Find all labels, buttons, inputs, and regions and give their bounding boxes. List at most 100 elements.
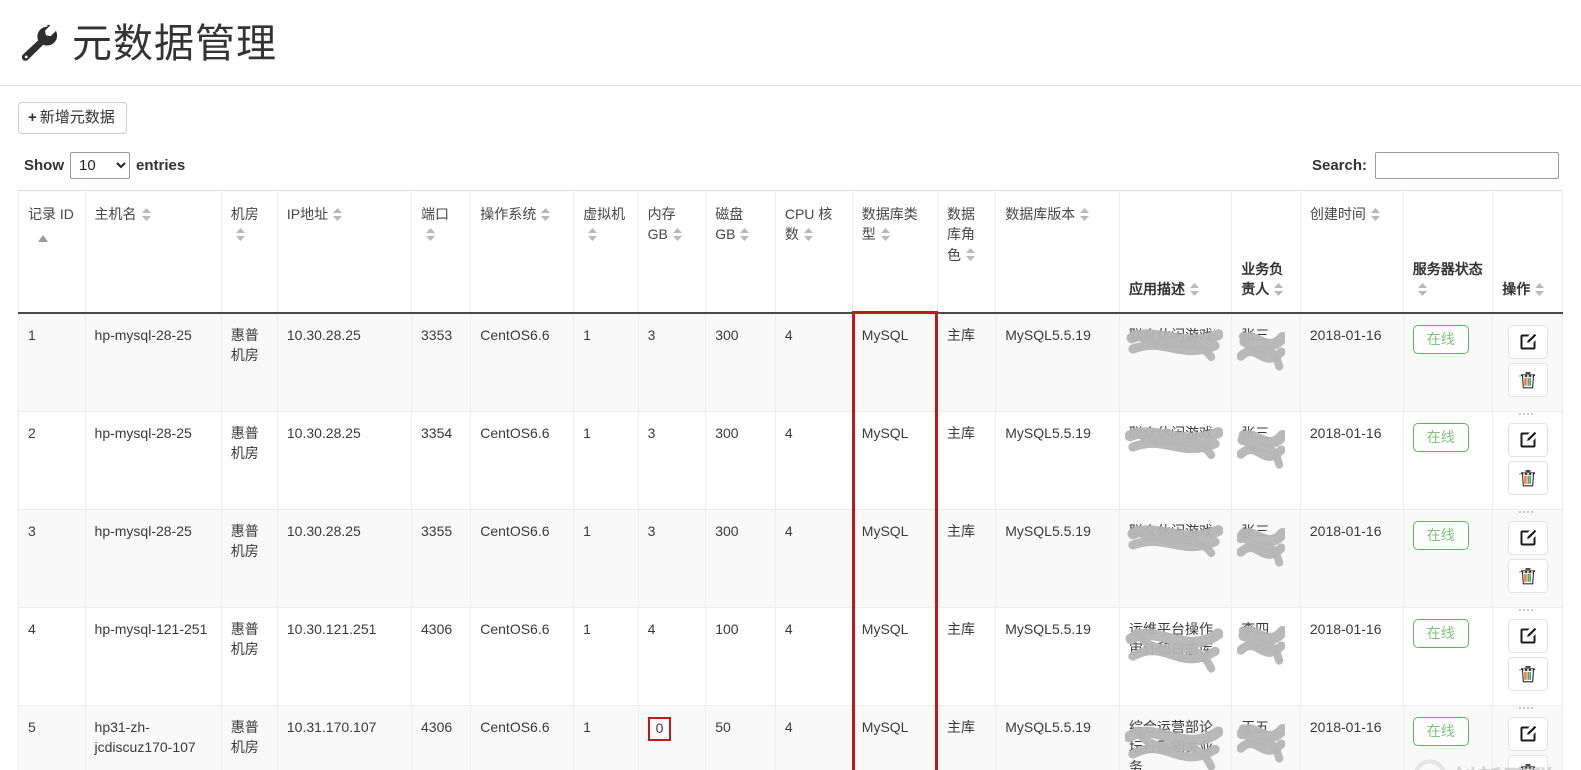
delete-button[interactable] bbox=[1507, 656, 1548, 709]
ip-text: 10.30.28.25 bbox=[286, 522, 361, 539]
metadata-table-wrapper: 记录 ID 主机名 机房 IP地址 端口 操作系统 虚拟机 内存 GB 磁盘 GB CPU 核数数… bbox=[18, 190, 1563, 770]
search-input[interactable] bbox=[1375, 151, 1559, 179]
delete-button[interactable] bbox=[1507, 558, 1548, 611]
column-header-label: IP地址 bbox=[286, 206, 329, 222]
status-badge[interactable]: 在线 bbox=[1412, 520, 1469, 550]
cell-dbtype: MySQL bbox=[851, 312, 939, 412]
column-header-ip[interactable]: IP地址 bbox=[276, 190, 413, 314]
status-badge[interactable]: 在线 bbox=[1412, 716, 1469, 746]
cell-ip: 10.30.28.25 bbox=[276, 509, 413, 608]
redacted-appdesc: 联众休闲游戏 bbox=[1124, 423, 1223, 459]
delete-button[interactable] bbox=[1507, 460, 1548, 513]
column-header-vm[interactable]: 虚拟机 bbox=[573, 190, 639, 314]
cell-created: 2018-01-16 bbox=[1299, 509, 1404, 608]
cell-owner: 张三 bbox=[1231, 509, 1301, 608]
cell-id: 3 bbox=[18, 509, 86, 608]
cell-status: 在线 bbox=[1402, 411, 1494, 510]
column-header-dbtype[interactable]: 数据库类型 bbox=[851, 190, 939, 314]
cell-dbver: MySQL5.5.19 bbox=[995, 312, 1120, 412]
edit-button[interactable] bbox=[1507, 716, 1548, 769]
sort-icon[interactable] bbox=[587, 227, 598, 242]
dbrole-text: 主库 bbox=[947, 522, 976, 539]
dbver-text: MySQL5.5.19 bbox=[1005, 522, 1091, 539]
status-badge[interactable]: 在线 bbox=[1412, 324, 1469, 354]
column-header-actions[interactable]: 操作 bbox=[1492, 190, 1563, 314]
disk-text: 300 bbox=[715, 326, 739, 343]
cell-hostname: hp31-zh-jcdiscuz170-107 bbox=[84, 705, 222, 770]
cell-idc: 惠普机房 bbox=[220, 509, 278, 608]
os-text: CentOS6.6 bbox=[480, 326, 550, 343]
page-header: 元数据管理 bbox=[0, 0, 1581, 86]
sort-icon[interactable] bbox=[965, 247, 976, 262]
os-text: CentOS6.6 bbox=[480, 620, 550, 637]
sort-icon[interactable] bbox=[739, 227, 750, 242]
table-row: 2 hp-mysql-28-25 惠普机房 10.30.28.25 3354 CentOS… bbox=[18, 411, 1563, 513]
appdesc-text: 联众休闲游戏 bbox=[1128, 522, 1213, 539]
vm-text: 1 bbox=[583, 424, 591, 441]
hostname-text: hp-mysql-28-25 bbox=[94, 522, 192, 539]
edit-button[interactable] bbox=[1507, 618, 1548, 671]
sort-icon[interactable] bbox=[1417, 282, 1428, 297]
column-header-cpu[interactable]: CPU 核数 bbox=[774, 190, 853, 314]
column-header-mem[interactable]: 内存 GB bbox=[637, 190, 707, 314]
sort-icon[interactable] bbox=[425, 227, 436, 242]
cell-created: 2018-01-16 bbox=[1299, 411, 1404, 510]
cell-idc: 惠普机房 bbox=[220, 705, 278, 770]
cell-cpu: 4 bbox=[774, 411, 853, 510]
status-badge[interactable]: 在线 bbox=[1412, 422, 1469, 452]
sort-icon[interactable] bbox=[235, 227, 246, 242]
edit-button[interactable] bbox=[1507, 324, 1548, 377]
column-header-id[interactable]: 记录 ID bbox=[18, 190, 86, 314]
column-header-appdesc[interactable]: 应用描述 bbox=[1118, 190, 1233, 314]
port-text: 4306 bbox=[421, 620, 453, 637]
table-row: 1 hp-mysql-28-25 惠普机房 10.30.28.25 3353 CentOS… bbox=[18, 312, 1563, 415]
cell-owner: 张三 bbox=[1231, 312, 1301, 412]
sort-icon[interactable] bbox=[803, 227, 814, 242]
column-header-dbrole[interactable]: 数据库角色 bbox=[937, 190, 997, 314]
column-header-os[interactable]: 操作系统 bbox=[470, 190, 575, 314]
hostname-text: hp31-zh-jcdiscuz170-107 bbox=[94, 718, 196, 755]
status-badge[interactable]: 在线 bbox=[1412, 618, 1469, 648]
page-length-select[interactable]: 102550100 bbox=[70, 151, 130, 179]
add-metadata-label: 新增元数据 bbox=[39, 109, 115, 126]
sort-asc-icon[interactable] bbox=[38, 227, 48, 247]
cpu-text: 4 bbox=[784, 424, 793, 441]
delete-button[interactable] bbox=[1507, 362, 1548, 415]
vm-text: 1 bbox=[583, 522, 591, 539]
sort-icon[interactable] bbox=[672, 227, 683, 242]
idc-text: 惠普机房 bbox=[230, 424, 259, 461]
column-header-status[interactable]: 服务器状态 bbox=[1402, 190, 1494, 314]
sort-icon[interactable] bbox=[880, 227, 891, 242]
cell-ip: 10.30.28.25 bbox=[276, 312, 413, 412]
column-header-idc[interactable]: 机房 bbox=[220, 190, 278, 314]
sort-icon[interactable] bbox=[540, 207, 551, 222]
id-text: 1 bbox=[28, 326, 36, 343]
dbrole-text: 主库 bbox=[947, 424, 976, 441]
sort-icon[interactable] bbox=[1370, 207, 1381, 222]
edit-button[interactable] bbox=[1507, 520, 1548, 573]
redacted-appdesc: 联众休闲游戏 bbox=[1126, 325, 1223, 361]
cell-appdesc: 联众休闲游戏 bbox=[1118, 509, 1233, 608]
entries-label: entries bbox=[136, 156, 186, 174]
column-header-disk[interactable]: 磁盘 GB bbox=[705, 190, 776, 314]
sort-icon[interactable] bbox=[332, 207, 343, 222]
sort-icon[interactable] bbox=[1273, 282, 1284, 297]
column-header-port[interactable]: 端口 bbox=[410, 190, 472, 314]
sort-icon[interactable] bbox=[1534, 282, 1545, 297]
edit-button[interactable] bbox=[1507, 422, 1548, 475]
column-header-hostname[interactable]: 主机名 bbox=[84, 190, 222, 314]
created-text: 2018-01-16 bbox=[1309, 718, 1382, 735]
sort-icon[interactable] bbox=[1189, 282, 1200, 297]
created-text: 2018-01-16 bbox=[1309, 326, 1382, 343]
column-header-owner[interactable]: 业务负责人 bbox=[1231, 190, 1301, 314]
cell-owner: 王五 bbox=[1231, 705, 1301, 770]
add-metadata-button[interactable]: + 新增元数据 bbox=[18, 102, 127, 134]
column-header-label: 主机名 bbox=[94, 206, 137, 222]
dbtype-text: MySQL bbox=[861, 718, 909, 735]
column-header-dbver[interactable]: 数据库版本 bbox=[995, 190, 1120, 314]
sort-icon[interactable] bbox=[141, 207, 152, 222]
cell-hostname: hp-mysql-28-25 bbox=[84, 411, 222, 510]
column-header-created[interactable]: 创建时间 bbox=[1299, 190, 1404, 314]
redacted-owner: 王五 bbox=[1237, 717, 1286, 763]
sort-icon[interactable] bbox=[1079, 207, 1090, 222]
